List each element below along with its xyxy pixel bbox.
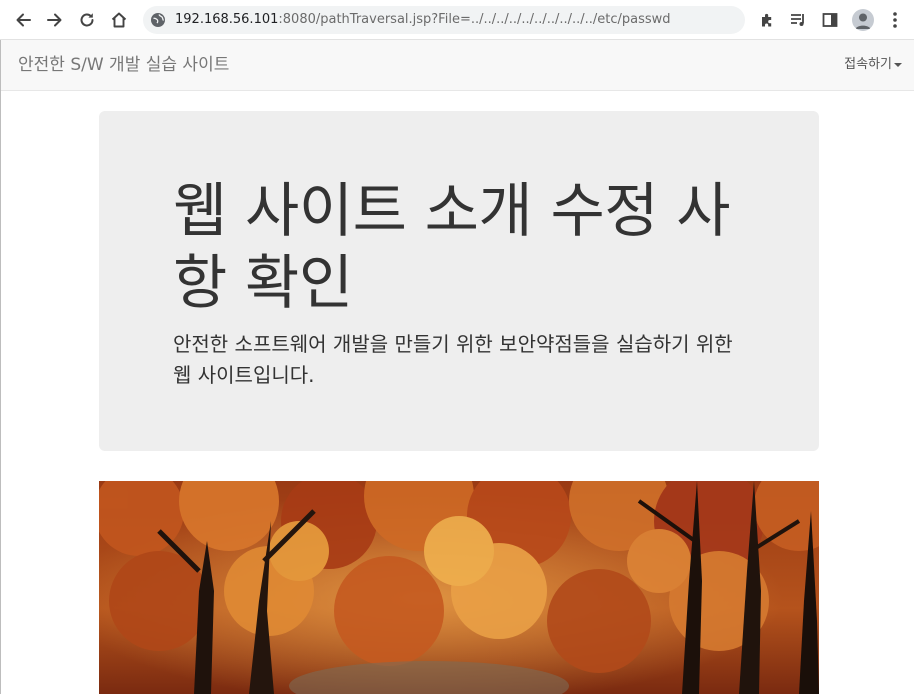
autumn-forest-illustration: [99, 481, 819, 694]
autumn-forest-photo: [99, 481, 819, 694]
connect-dropdown[interactable]: 접속하기: [844, 40, 902, 90]
page-description: 안전한 소프트웨어 개발을 만들기 위한 보안약점들을 실습하기 위한 웹 사이…: [173, 332, 733, 387]
site-info-icon[interactable]: [150, 12, 166, 28]
home-icon[interactable]: [107, 8, 131, 32]
url-text[interactable]: 192.168.56.101:8080/pathTraversal.jsp?Fi…: [175, 6, 671, 34]
more-vertical-icon[interactable]: [884, 9, 906, 31]
extensions-puzzle-icon[interactable]: [756, 9, 778, 31]
url-host: 192.168.56.101: [175, 12, 279, 27]
site-navbar: 안전한 S/W 개발 실습 사이트 접속하기: [1, 40, 914, 91]
media-queue-icon[interactable]: [787, 9, 809, 31]
profile-avatar-icon[interactable]: [852, 9, 874, 31]
side-panel-icon[interactable]: [819, 9, 841, 31]
jumbotron: 웹 사이트 소개 수정 사항 확인 안전한 소프트웨어 개발을 만들기 위한 보…: [99, 111, 819, 451]
connect-dropdown-label: 접속하기: [844, 57, 892, 72]
navbar-brand[interactable]: 안전한 S/W 개발 실습 사이트: [18, 40, 229, 90]
url-path: :8080/pathTraversal.jsp?File=../../../..…: [278, 12, 671, 27]
page-title: 웹 사이트 소개 수정 사항 확인: [173, 176, 731, 317]
back-arrow-icon[interactable]: [11, 8, 35, 32]
reload-icon[interactable]: [75, 8, 99, 32]
address-bar[interactable]: 192.168.56.101:8080/pathTraversal.jsp?Fi…: [143, 6, 745, 34]
caret-down-icon: [894, 62, 902, 67]
forward-arrow-icon[interactable]: [43, 8, 67, 32]
browser-toolbar: 192.168.56.101:8080/pathTraversal.jsp?Fi…: [0, 0, 914, 40]
